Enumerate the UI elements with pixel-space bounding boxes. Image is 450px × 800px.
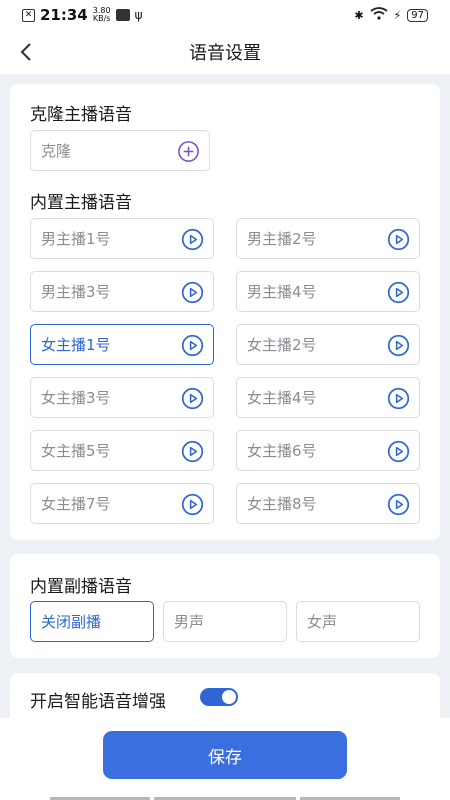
voice-option[interactable]: 男主播3号 [30,271,214,312]
play-icon[interactable] [181,387,204,410]
voice-option-label: 男主播4号 [247,283,317,301]
page-title: 语音设置 [189,43,261,64]
clone-placeholder: 克隆 [41,142,72,160]
status-bar: ✕ 21:34 3.80 KB/s ψ ✱ ⚡ 97 [0,0,450,30]
play-icon[interactable] [181,281,204,304]
toggle-knob [222,690,236,704]
voice-option-label: 女主播6号 [247,442,317,460]
app-header: 语音设置 [0,30,450,74]
play-icon[interactable] [181,228,204,251]
voice-option[interactable]: 女主播3号 [30,377,214,418]
bluetooth-icon: ✱ [354,8,364,22]
voice-option[interactable]: 女主播7号 [30,483,214,524]
chevron-left-icon [20,43,31,61]
voice-option-label: 女主播8号 [247,495,317,513]
voice-option-label: 女主播1号 [41,336,111,354]
voice-option[interactable]: 男主播4号 [236,271,420,312]
voice-option-label: 男主播3号 [41,283,111,301]
voice-option-label: 女主播4号 [247,389,317,407]
secondary-option-label: 女声 [307,613,338,631]
builtin-section-title: 内置主播语音 [30,193,132,213]
play-icon[interactable] [181,493,204,516]
battery-icon: 97 [407,8,428,22]
voice-option[interactable]: 女主播4号 [236,377,420,418]
play-icon[interactable] [387,440,410,463]
secondary-option[interactable]: 关闭副播 [30,601,154,642]
voice-option-label: 女主播7号 [41,495,111,513]
wifi-icon [369,7,388,23]
clone-voice-field[interactable]: 克隆 [30,130,210,171]
volte-icon [115,9,130,21]
voice-option-label: 女主播2号 [247,336,317,354]
play-icon[interactable] [387,493,410,516]
play-icon[interactable] [387,228,410,251]
back-button[interactable] [14,38,40,66]
play-icon[interactable] [181,334,204,357]
secondary-option[interactable]: 男声 [163,601,287,642]
voice-option[interactable]: 女主播6号 [236,430,420,471]
play-icon[interactable] [387,387,410,410]
play-icon[interactable] [387,281,410,304]
play-icon[interactable] [387,334,410,357]
voice-option[interactable]: 女主播1号 [30,324,214,365]
secondary-voice-card: 内置副播语音 关闭副播 男声 女声 [10,554,440,658]
charging-icon: ⚡ [393,8,402,22]
voice-card: 克隆主播语音 克隆 内置主播语音 男主播1号 男主播2号男主播3号 男主播4号女主播… [10,84,440,540]
voice-option[interactable]: 男主播1号 [30,218,214,259]
secondary-option-label: 男声 [174,613,205,631]
secondary-option[interactable]: 女声 [296,601,420,642]
voice-option[interactable]: 女主播2号 [236,324,420,365]
status-time: 21:34 [40,6,88,24]
usb-icon: ψ [134,8,143,22]
voice-option-label: 男主播1号 [41,230,111,248]
voice-option-label: 男主播2号 [247,230,317,248]
voice-option[interactable]: 女主播5号 [30,430,214,471]
voice-option[interactable]: 女主播8号 [236,483,420,524]
add-icon[interactable] [177,140,200,163]
close-notification-icon: ✕ [22,8,35,22]
secondary-section-title: 内置副播语音 [30,577,132,597]
enhance-card: 开启智能语音增强 [10,673,440,718]
bottom-bar: 保存 [0,718,450,800]
enhance-toggle[interactable] [200,688,238,706]
clone-section-title: 克隆主播语音 [30,105,132,125]
network-speed: 3.80 KB/s [92,6,111,23]
voice-option-label: 女主播3号 [41,389,111,407]
play-icon[interactable] [181,440,204,463]
secondary-option-label: 关闭副播 [41,613,102,631]
voice-option[interactable]: 男主播2号 [236,218,420,259]
save-button[interactable]: 保存 [103,731,347,779]
voice-option-label: 女主播5号 [41,442,111,460]
enhance-label: 开启智能语音增强 [30,692,166,712]
